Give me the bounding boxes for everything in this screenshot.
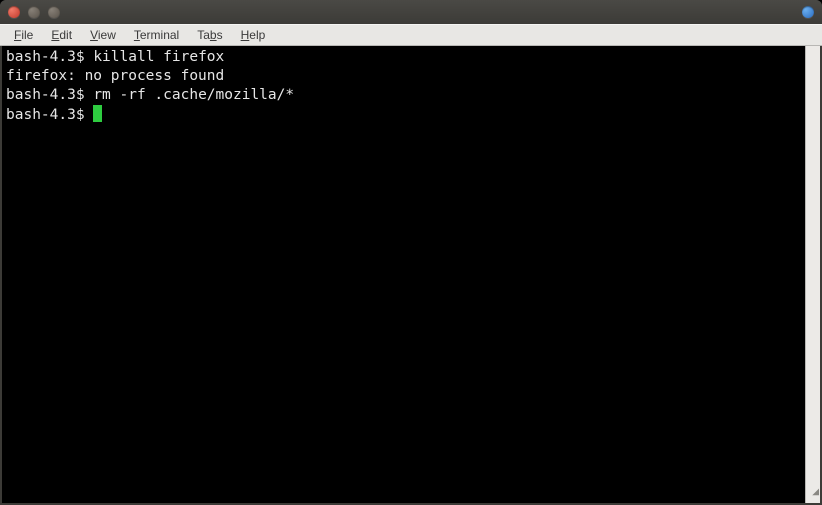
minimize-icon[interactable] [28, 6, 40, 18]
menubar: File Edit View Terminal Tabs Help [0, 24, 822, 46]
terminal-window: File Edit View Terminal Tabs Help bash-4… [0, 0, 822, 505]
command-text: killall firefox [93, 49, 224, 65]
term-line: bash-4.3$ killall firefox [6, 48, 803, 67]
titlebar[interactable] [0, 0, 822, 24]
menu-edit[interactable]: Edit [43, 26, 80, 44]
window-indicator-icon [802, 6, 814, 18]
cursor-icon [93, 105, 102, 122]
content-area: bash-4.3$ killall firefoxfirefox: no pro… [0, 46, 822, 505]
close-icon[interactable] [8, 6, 20, 18]
menu-terminal[interactable]: Terminal [126, 26, 187, 44]
vertical-scrollbar[interactable]: ◢ [805, 46, 820, 503]
term-line: bash-4.3$ rm -rf .cache/mozilla/* [6, 86, 803, 105]
menu-view[interactable]: View [82, 26, 124, 44]
window-controls [8, 6, 802, 18]
prompt: bash-4.3$ [6, 49, 93, 65]
prompt: bash-4.3$ [6, 107, 93, 123]
term-line: bash-4.3$ [6, 105, 803, 125]
terminal-output[interactable]: bash-4.3$ killall firefoxfirefox: no pro… [2, 46, 805, 503]
output-text: firefox: no process found [6, 68, 224, 84]
menu-help[interactable]: Help [233, 26, 274, 44]
term-line: firefox: no process found [6, 67, 803, 86]
prompt: bash-4.3$ [6, 87, 93, 103]
menu-tabs[interactable]: Tabs [189, 26, 230, 44]
resize-grip-icon[interactable]: ◢ [805, 488, 819, 502]
command-text: rm -rf .cache/mozilla/* [93, 87, 294, 103]
menu-file[interactable]: File [6, 26, 41, 44]
maximize-icon[interactable] [48, 6, 60, 18]
